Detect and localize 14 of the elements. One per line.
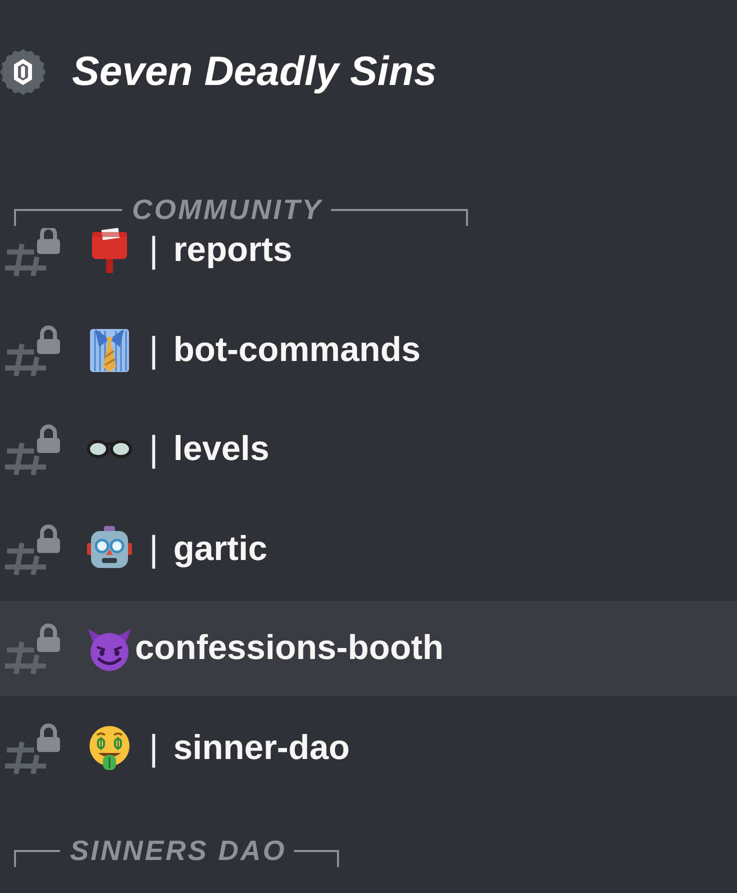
badge-icon [0,48,46,94]
category-header[interactable]: COMMUNITY [14,194,468,226]
channel-item[interactable]: | reports [0,228,737,298]
channel-item[interactable]: | bot-commands [0,302,737,397]
money-face-icon [87,725,132,770]
category-header[interactable]: SINNERS DAO [14,835,340,867]
channel-item[interactable]: | gartic [0,501,737,596]
channel-item[interactable]: | levels [0,402,737,496]
server-name[interactable]: Seven Deadly Sins [72,48,437,95]
channel-item[interactable]: confessions-booth [0,600,737,696]
channel-item[interactable]: | sinner-dao [0,700,737,795]
shirt-tie-icon [87,327,132,372]
robot-icon [87,526,132,571]
glasses-icon [87,440,132,458]
